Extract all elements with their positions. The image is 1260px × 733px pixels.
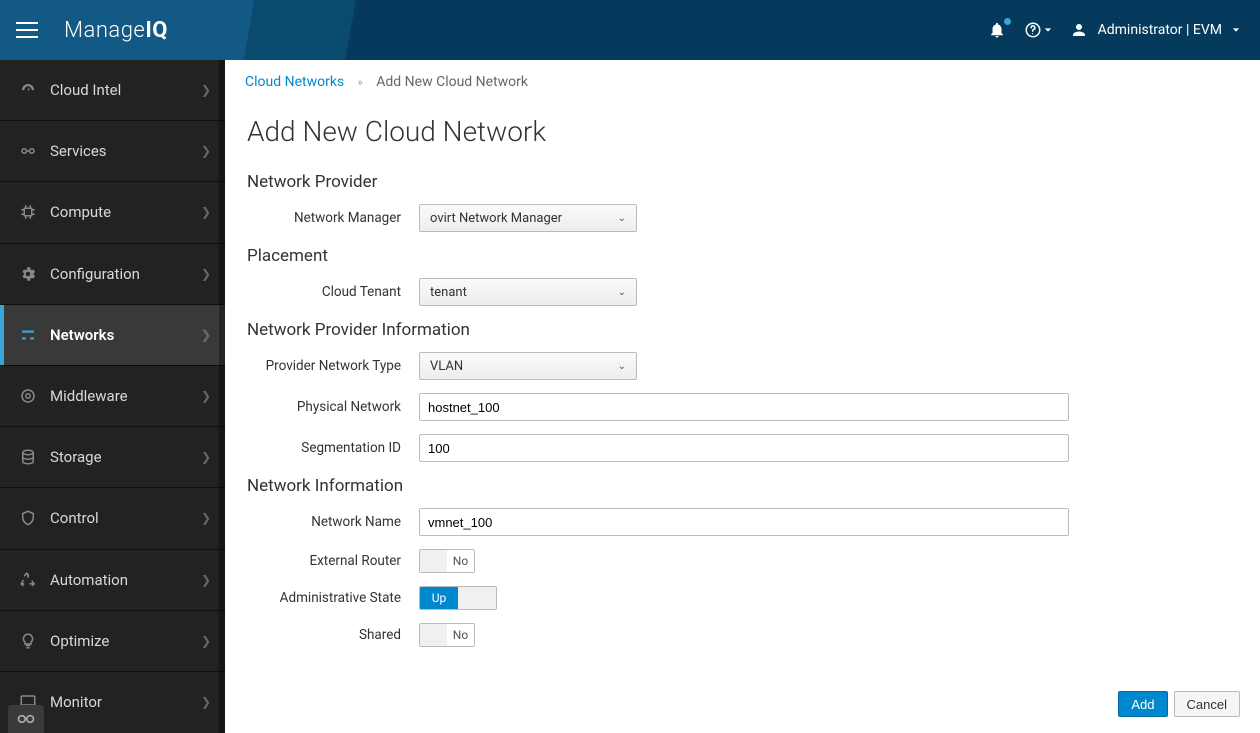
services-icon [14, 142, 42, 160]
label-external-router: External Router [247, 553, 419, 569]
chevron-right-icon: ❯ [201, 450, 211, 464]
main: Cloud Networks » Add New Cloud Network A… [225, 60, 1260, 733]
toggle-label: No [447, 550, 474, 572]
chevron-right-icon: ❯ [201, 205, 211, 219]
chevron-right-icon: ❯ [201, 389, 211, 403]
sidebar-item-label: Automation [50, 571, 128, 589]
lightbulb-icon [14, 632, 42, 650]
sidebar-item-storage[interactable]: Storage ❯ [0, 427, 225, 488]
chevron-right-icon: ❯ [201, 83, 211, 97]
recycle-icon [14, 571, 42, 589]
chevron-down-icon: ⌄ [618, 361, 626, 372]
cpu-icon [14, 203, 42, 221]
label-provider-network-type: Provider Network Type [247, 358, 419, 374]
breadcrumb-parent-link[interactable]: Cloud Networks [245, 74, 344, 90]
sidebar-item-label: Cloud Intel [50, 81, 121, 99]
user-display: Administrator | EVM [1098, 22, 1222, 38]
network-manager-select[interactable]: ovirt Network Manager ⌄ [419, 204, 637, 232]
toggle-label: No [447, 624, 474, 646]
provider-network-type-select[interactable]: VLAN ⌄ [419, 352, 637, 380]
notification-badge [1003, 17, 1012, 26]
chevron-right-icon: ❯ [201, 328, 211, 342]
chevron-right-icon: ❯ [201, 573, 211, 587]
help-icon [1024, 21, 1042, 39]
sidebar-item-label: Compute [50, 203, 111, 221]
sidebar-item-label: Services [50, 142, 107, 160]
sidebar-item-label: Middleware [50, 387, 128, 405]
glasses-icon [16, 713, 36, 725]
shared-toggle[interactable]: No [419, 623, 475, 647]
chevron-down-icon [1044, 26, 1052, 34]
chevron-right-icon: ❯ [201, 267, 211, 281]
sidebar-item-label: Networks [50, 326, 114, 344]
sidebar-collapse-button[interactable] [8, 705, 44, 733]
physical-network-input[interactable] [419, 393, 1069, 421]
cloud-tenant-select[interactable]: tenant ⌄ [419, 278, 637, 306]
chevron-down-icon [1232, 26, 1240, 34]
sidebar-item-optimize[interactable]: Optimize ❯ [0, 611, 225, 672]
toggle-label: Up [420, 587, 458, 609]
sidebar-item-label: Optimize [50, 632, 109, 650]
sidebar: Cloud Intel ❯ Services ❯ Compute ❯ Confi… [0, 60, 225, 733]
breadcrumb-separator: » [358, 76, 363, 89]
sidebar-item-label: Storage [50, 448, 102, 466]
breadcrumb: Cloud Networks » Add New Cloud Network [225, 60, 1260, 105]
chevron-down-icon: ⌄ [618, 287, 626, 298]
section-network-info: Network Information [247, 476, 1238, 496]
app-name-bold: IQ [145, 18, 168, 43]
label-physical-network: Physical Network [247, 399, 419, 415]
app-logo: ManageIQ [64, 18, 168, 43]
chevron-right-icon: ❯ [201, 695, 211, 709]
page-title: Add New Cloud Network [247, 115, 1238, 148]
cloud-tenant-value: tenant [430, 285, 467, 300]
label-segmentation-id: Segmentation ID [247, 440, 419, 456]
topbar: ManageIQ Administrator | EVM [0, 0, 1260, 60]
help-button[interactable] [1024, 21, 1052, 39]
network-name-input[interactable] [419, 508, 1069, 536]
sidebar-item-label: Control [50, 509, 99, 527]
middleware-icon [14, 387, 42, 405]
sidebar-item-automation[interactable]: Automation ❯ [0, 550, 225, 611]
user-menu[interactable]: Administrator | EVM [1070, 21, 1240, 39]
chevron-right-icon: ❯ [201, 144, 211, 158]
network-icon [14, 326, 42, 344]
dashboard-icon [14, 81, 42, 99]
sidebar-item-compute[interactable]: Compute ❯ [0, 182, 225, 243]
app-name-light: Manage [64, 18, 145, 43]
chevron-right-icon: ❯ [201, 634, 211, 648]
network-manager-value: ovirt Network Manager [430, 211, 562, 226]
label-network-name: Network Name [247, 514, 419, 530]
label-network-manager: Network Manager [247, 210, 419, 226]
section-placement: Placement [247, 246, 1238, 266]
chevron-right-icon: ❯ [201, 511, 211, 525]
gear-icon [14, 265, 42, 283]
segmentation-id-input[interactable] [419, 434, 1069, 462]
sidebar-item-configuration[interactable]: Configuration ❯ [0, 244, 225, 305]
cancel-button[interactable]: Cancel [1174, 691, 1240, 717]
add-button[interactable]: Add [1118, 691, 1167, 717]
admin-state-toggle[interactable]: Up [419, 586, 497, 610]
breadcrumb-current: Add New Cloud Network [376, 74, 528, 90]
section-provider-info: Network Provider Information [247, 320, 1238, 340]
sidebar-item-label: Configuration [50, 265, 140, 283]
section-network-provider: Network Provider [247, 172, 1238, 192]
sidebar-item-control[interactable]: Control ❯ [0, 488, 225, 549]
footer-actions: Add Cancel [225, 679, 1260, 733]
sidebar-item-services[interactable]: Services ❯ [0, 121, 225, 182]
database-icon [14, 448, 42, 466]
shield-icon [14, 509, 42, 527]
sidebar-item-networks[interactable]: Networks ❯ [0, 305, 225, 366]
user-icon [1070, 21, 1088, 39]
label-cloud-tenant: Cloud Tenant [247, 284, 419, 300]
menu-toggle-button[interactable] [16, 15, 46, 45]
provider-network-type-value: VLAN [430, 359, 463, 374]
label-shared: Shared [247, 627, 419, 643]
sidebar-item-middleware[interactable]: Middleware ❯ [0, 366, 225, 427]
chevron-down-icon: ⌄ [618, 213, 626, 224]
notifications-button[interactable] [988, 21, 1006, 39]
sidebar-item-cloud-intel[interactable]: Cloud Intel ❯ [0, 60, 225, 121]
external-router-toggle[interactable]: No [419, 549, 475, 573]
sidebar-item-label: Monitor [50, 693, 102, 711]
label-admin-state: Administrative State [247, 590, 419, 606]
